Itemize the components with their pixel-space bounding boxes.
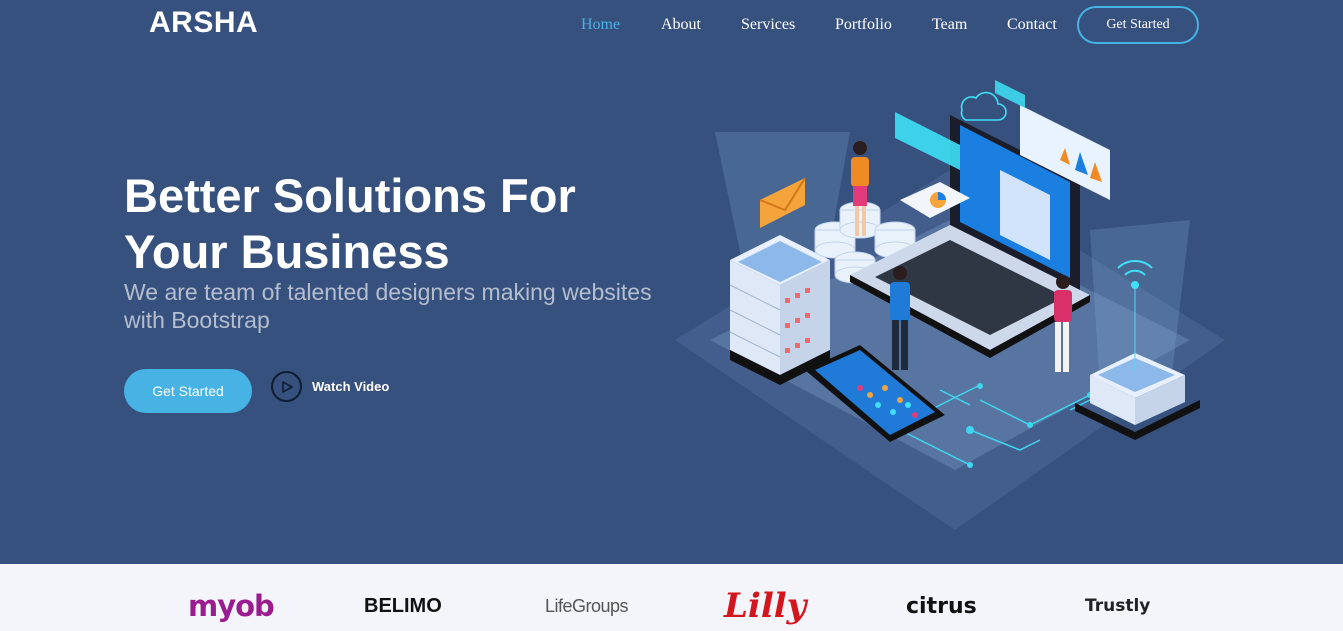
hero-title-line1: Better Solutions For (124, 169, 576, 222)
client-logo-myob: myob (188, 589, 275, 623)
client-logo-citrus: citrus (906, 593, 977, 619)
hero-subtitle: We are team of talented designers making… (124, 279, 652, 333)
nav-portfolio[interactable]: Portfolio (835, 16, 892, 34)
client-logo-lilly: Lilly (724, 586, 807, 626)
play-icon (271, 371, 302, 402)
clients-section: myob BELIMO LifeGroups Lilly citrus Trus… (0, 564, 1343, 631)
hero-title-line2: Your Business (124, 225, 450, 278)
nav-services[interactable]: Services (741, 16, 795, 34)
hero-illustration (675, 80, 1225, 530)
client-logo-trustly: Trustly (1085, 596, 1151, 616)
header-get-started-button[interactable]: Get Started (1077, 6, 1199, 44)
watch-video-button[interactable]: Watch Video (271, 371, 389, 402)
hero-get-started-button[interactable]: Get Started (124, 369, 252, 413)
nav-team[interactable]: Team (932, 16, 967, 34)
client-logo-belimo: BELIMO (364, 594, 442, 617)
cloud-icon (960, 91, 1007, 121)
main-nav: Home About Services Portfolio Team Conta… (0, 0, 1343, 50)
site-header: ARSHA Home About Services Portfolio Team… (0, 0, 1343, 50)
nav-home[interactable]: Home (581, 16, 620, 34)
client-logo-lifegroups: LifeGroups (545, 595, 629, 616)
nav-about[interactable]: About (661, 16, 701, 34)
hero-title: Better Solutions For Your Business (124, 168, 684, 280)
watch-video-label: Watch Video (312, 379, 390, 394)
nav-contact[interactable]: Contact (1007, 16, 1057, 34)
